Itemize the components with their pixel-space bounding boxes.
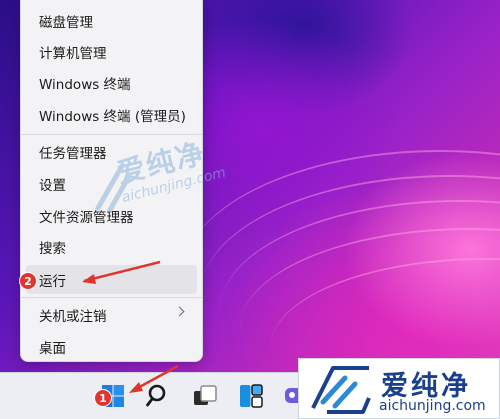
menu-item-search[interactable]: 搜索 <box>26 232 197 261</box>
menu-item-label: Windows 终端 (管理员) <box>39 108 186 125</box>
menu-item-label: Windows 终端 <box>39 76 131 93</box>
step-badge-1: 1 <box>94 389 112 407</box>
quick-link-context-menu: 磁盘管理 计算机管理 Windows 终端 Windows 终端 (管理员) 任… <box>20 0 203 362</box>
menu-separator <box>21 297 202 298</box>
menu-item-shutdown-signout[interactable]: 关机或注销 <box>26 300 197 329</box>
menu-item-windows-terminal[interactable]: Windows 终端 <box>26 68 197 97</box>
menu-item-task-manager[interactable]: 任务管理器 <box>26 137 197 166</box>
menu-item-desktop[interactable]: 桌面 <box>26 332 197 361</box>
menu-item-label: 关机或注销 <box>39 308 107 325</box>
menu-item-file-explorer[interactable]: 文件资源管理器 <box>26 201 197 230</box>
menu-item-label: 计算机管理 <box>39 45 107 62</box>
step-badge-2: 2 <box>19 272 37 290</box>
corner-brand-logo: 爱纯净 aichunjing.com <box>298 358 500 419</box>
step-number: 1 <box>99 391 107 405</box>
menu-item-disk-management[interactable]: 磁盘管理 <box>26 6 197 35</box>
menu-item-label: 桌面 <box>39 340 66 357</box>
menu-item-windows-terminal-admin[interactable]: Windows 终端 (管理员) <box>26 100 197 129</box>
step-number: 2 <box>24 274 32 288</box>
logo-url-text: aichunjing.com <box>379 398 486 414</box>
search-icon[interactable] <box>144 383 170 409</box>
chevron-right-icon <box>174 306 185 317</box>
menu-item-label: 任务管理器 <box>39 145 107 162</box>
menu-item-label: 磁盘管理 <box>39 14 93 31</box>
brand-logo-icon <box>311 366 371 414</box>
menu-item-settings[interactable]: 设置 <box>26 169 197 198</box>
menu-item-computer-management[interactable]: 计算机管理 <box>26 37 197 66</box>
task-view-icon[interactable] <box>192 383 218 409</box>
widgets-icon[interactable] <box>238 383 264 409</box>
menu-item-label: 文件资源管理器 <box>39 209 134 226</box>
menu-item-label: 设置 <box>39 177 66 194</box>
menu-item-run[interactable]: 运行 <box>26 265 197 294</box>
menu-item-label: 搜索 <box>39 240 66 257</box>
menu-item-label: 运行 <box>39 273 66 290</box>
menu-separator <box>21 134 202 135</box>
